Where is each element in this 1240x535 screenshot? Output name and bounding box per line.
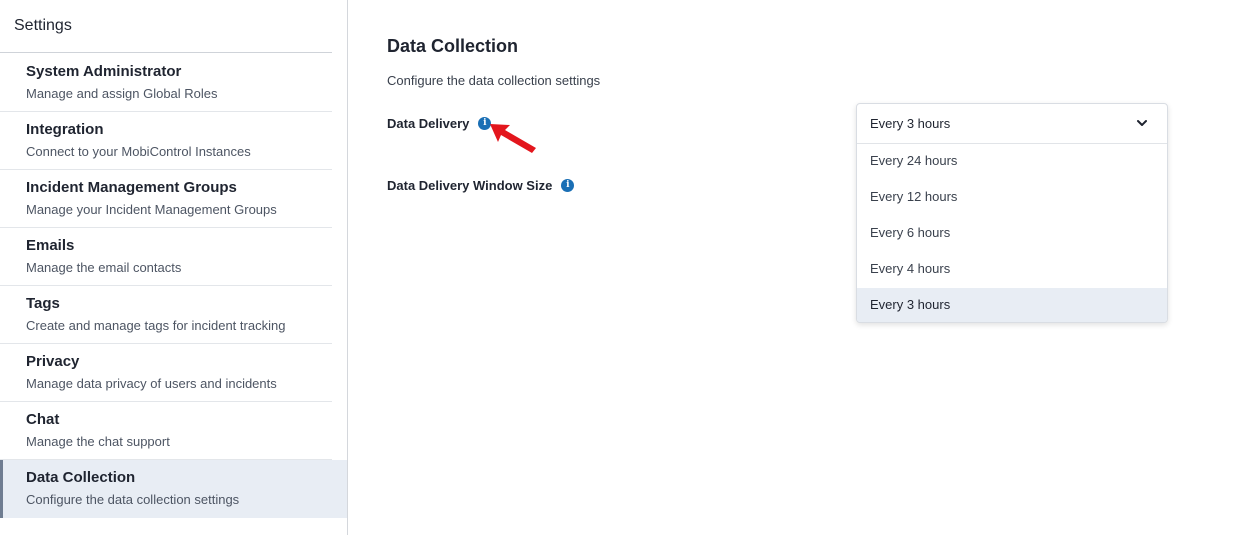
dropdown-option-every-24-hours[interactable]: Every 24 hours — [857, 144, 1167, 180]
sidebar-item-title: Incident Management Groups — [26, 179, 237, 196]
data-delivery-window-size-info-icon[interactable]: i — [561, 179, 575, 192]
dropdown-option-every-12-hours[interactable]: Every 12 hours — [857, 180, 1167, 216]
data-delivery-label: Data Delivery — [387, 116, 470, 131]
sidebar-item-subtitle: Create and manage tags for incident trac… — [26, 318, 286, 333]
data-delivery-field: Data Delivery i — [387, 116, 492, 131]
sidebar-item-title: Emails — [26, 237, 75, 254]
sidebar-title: Settings — [14, 17, 72, 34]
settings-page: Settings System Administrator Manage and… — [0, 0, 1240, 535]
sidebar-item-title: Privacy — [26, 353, 80, 370]
page-description: Configure the data collection settings — [387, 73, 601, 88]
dropdown-option-label: Every 4 hours — [870, 261, 951, 276]
dropdown-option-label: Every 12 hours — [870, 189, 958, 204]
page-title: Data Collection — [387, 36, 519, 56]
sidebar-item-title: Data Collection — [26, 469, 136, 486]
dropdown-selected-value: Every 3 hours — [870, 116, 951, 131]
dropdown-option-label: Every 24 hours — [870, 153, 958, 168]
data-delivery-select[interactable]: Every 3 hours — [857, 104, 1167, 144]
chevron-down-icon[interactable] — [1136, 117, 1148, 129]
sidebar-item-title: Integration — [26, 121, 104, 138]
sidebar-item-privacy[interactable]: Privacy Manage data privacy of users and… — [0, 344, 332, 402]
dropdown-option-every-3-hours[interactable]: Every 3 hours — [857, 288, 1167, 322]
settings-sidebar: Settings System Administrator Manage and… — [0, 0, 348, 535]
red-arrow-pointer-icon — [490, 124, 536, 153]
sidebar-item-subtitle: Manage the chat support — [26, 434, 170, 449]
sidebar-item-system-administrator[interactable]: System Administrator Manage and assign G… — [0, 54, 332, 112]
sidebar-item-data-collection[interactable]: Data Collection Configure the data colle… — [0, 460, 347, 518]
sidebar-item-emails[interactable]: Emails Manage the email contacts — [0, 228, 332, 286]
sidebar-item-subtitle: Configure the data collection settings — [26, 492, 240, 507]
sidebar-item-title: Chat — [26, 411, 60, 428]
sidebar-item-incident-management-groups[interactable]: Incident Management Groups Manage your I… — [0, 170, 332, 228]
sidebar-item-chat[interactable]: Chat Manage the chat support — [0, 402, 332, 460]
dropdown-options-list: Every 24 hours Every 12 hours Every 6 ho… — [857, 144, 1167, 322]
dropdown-option-every-4-hours[interactable]: Every 4 hours — [857, 252, 1167, 288]
sidebar-divider — [0, 52, 332, 53]
sidebar-item-title: Tags — [26, 295, 60, 312]
dropdown-option-label: Every 6 hours — [870, 225, 951, 240]
sidebar-item-title: System Administrator — [26, 63, 182, 80]
data-delivery-dropdown: Every 3 hours Every 24 hours Every 12 ho… — [856, 103, 1168, 323]
data-delivery-window-size-label: Data Delivery Window Size — [387, 178, 553, 193]
sidebar-item-subtitle: Manage data privacy of users and inciden… — [26, 376, 277, 391]
sidebar-item-subtitle: Manage the email contacts — [26, 260, 182, 275]
sidebar-item-tags[interactable]: Tags Create and manage tags for incident… — [0, 286, 332, 344]
dropdown-option-label: Every 3 hours — [870, 297, 951, 312]
sidebar-item-integration[interactable]: Integration Connect to your MobiControl … — [0, 112, 332, 170]
sidebar-item-subtitle: Connect to your MobiControl Instances — [26, 144, 251, 159]
sidebar-item-subtitle: Manage and assign Global Roles — [26, 86, 218, 101]
dropdown-option-every-6-hours[interactable]: Every 6 hours — [857, 216, 1167, 252]
sidebar-list: System Administrator Manage and assign G… — [0, 54, 348, 518]
data-delivery-window-size-field: Data Delivery Window Size i — [387, 178, 575, 193]
sidebar-item-subtitle: Manage your Incident Management Groups — [26, 202, 277, 217]
